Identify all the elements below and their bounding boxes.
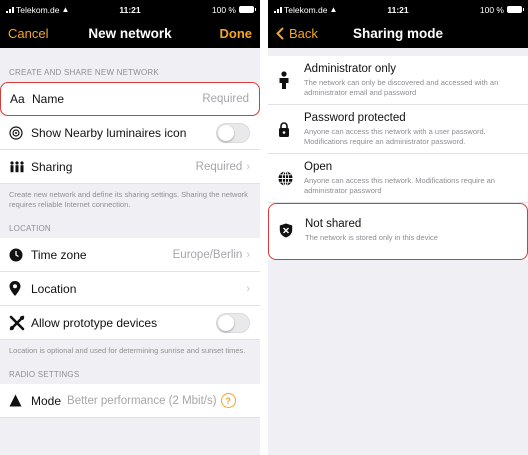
name-label: Name [32, 92, 65, 106]
nearby-icon-row: Show Nearby luminaires icon [0, 116, 260, 150]
option-description: Anyone can access this network. Modifica… [304, 176, 495, 195]
section-header-create: CREATE AND SHARE NEW NETWORK [9, 68, 159, 77]
new-network-screen: Telekom.de ▲ 11:21 100 % Cancel New netw… [0, 0, 260, 455]
globe-icon [278, 161, 304, 195]
admin-person-icon [278, 63, 304, 97]
nearby-toggle[interactable] [216, 122, 250, 143]
back-button[interactable]: Back [276, 26, 318, 41]
mode-value: Better performance (2 Mbit/s) ? [67, 393, 236, 408]
sharing-options-list: Administrator only The network can only … [268, 56, 528, 260]
triangle-icon [9, 394, 31, 407]
carrier-info: Telekom.de ▲ [6, 5, 69, 15]
section-header-location: LOCATION [9, 224, 51, 233]
wifi-icon: ▲ [329, 5, 338, 14]
timezone-row[interactable]: Time zone Europe/Berlin › [0, 238, 260, 272]
option-title: Not shared [305, 218, 362, 230]
status-bar: Telekom.de ▲ 11:21 100 % [0, 0, 260, 19]
name-row[interactable]: Aa Name Required [0, 82, 260, 116]
prototype-label: Allow prototype devices [31, 315, 158, 330]
option-open[interactable]: Open Anyone can access this network. Mod… [268, 154, 528, 203]
chevron-right-icon: › [246, 248, 250, 261]
nav-bar: Back Sharing mode [268, 19, 528, 48]
back-label: Back [289, 26, 318, 41]
timezone-value-text: Europe/Berlin [172, 248, 243, 261]
option-title: Password protected [304, 112, 406, 124]
location-label: Location [31, 281, 77, 296]
carrier-name: Telekom.de [284, 4, 328, 15]
sharing-row[interactable]: Sharing Required › [0, 150, 260, 184]
status-bar: Telekom.de ▲ 11:21 100 % [268, 0, 528, 19]
battery-percent: 100 % [211, 4, 236, 15]
battery-info: 100 % [211, 4, 256, 15]
nav-bar: Cancel New network Done [0, 19, 260, 48]
name-input[interactable]: Required [202, 93, 249, 105]
people-icon [9, 160, 31, 173]
cancel-button[interactable]: Cancel [8, 26, 48, 41]
chevron-left-icon [276, 27, 284, 40]
location-pin-icon [9, 281, 31, 296]
mode-value-text: Better performance (2 Mbit/s) [67, 394, 217, 407]
help-icon[interactable]: ? [220, 393, 236, 408]
carrier-info: Telekom.de ▲ [274, 5, 337, 15]
option-title: Open [304, 161, 333, 173]
battery-icon [239, 6, 256, 13]
location-note: Location is optional and used for determ… [9, 346, 246, 355]
section-header-radio: RADIO SETTINGS [9, 370, 80, 379]
chevron-right-icon: › [246, 282, 250, 295]
tools-icon [9, 315, 31, 331]
text-icon: Aa [10, 92, 25, 106]
mode-row[interactable]: Mode Better performance (2 Mbit/s) ? [0, 384, 260, 418]
timezone-value: Europe/Berlin › [173, 249, 250, 261]
signal-icon [274, 6, 282, 13]
nearby-label: Show Nearby luminaires icon [31, 125, 187, 140]
option-not-shared[interactable]: Not shared The network is stored only in… [268, 203, 528, 260]
sharing-label: Sharing [31, 159, 73, 174]
battery-percent: 100 % [479, 4, 504, 15]
sharing-mode-screen: Telekom.de ▲ 11:21 100 % Back Sharing mo… [268, 0, 528, 455]
location-value: › [246, 283, 250, 295]
option-title: Administrator only [304, 63, 397, 75]
padlock-icon [278, 112, 304, 146]
prototype-toggle[interactable] [216, 312, 250, 333]
create-note: Create new network and define its sharin… [9, 190, 248, 209]
prototype-row: Allow prototype devices [0, 306, 260, 340]
clock-icon [9, 248, 31, 262]
done-button[interactable]: Done [220, 26, 253, 41]
battery-icon [507, 6, 524, 13]
location-row[interactable]: Location › [0, 272, 260, 306]
option-description: The network can only be discovered and a… [304, 78, 499, 97]
chevron-right-icon: › [246, 160, 250, 173]
eye-circle-icon [9, 125, 31, 140]
option-administrator-only[interactable]: Administrator only The network can only … [268, 56, 528, 105]
wifi-icon: ▲ [61, 5, 70, 14]
mode-label: Mode [31, 393, 62, 408]
timezone-label: Time zone [31, 247, 87, 262]
battery-info: 100 % [479, 4, 524, 15]
signal-icon [6, 6, 14, 13]
option-description: Anyone can access this network with a us… [304, 127, 486, 146]
option-description: The network is stored only in this devic… [305, 233, 438, 242]
option-password-protected[interactable]: Password protected Anyone can access thi… [268, 105, 528, 154]
sharing-value-text: Required [195, 160, 243, 173]
sharing-value: Required › [196, 161, 250, 173]
shield-x-icon [279, 218, 305, 243]
carrier-name: Telekom.de [16, 4, 60, 15]
